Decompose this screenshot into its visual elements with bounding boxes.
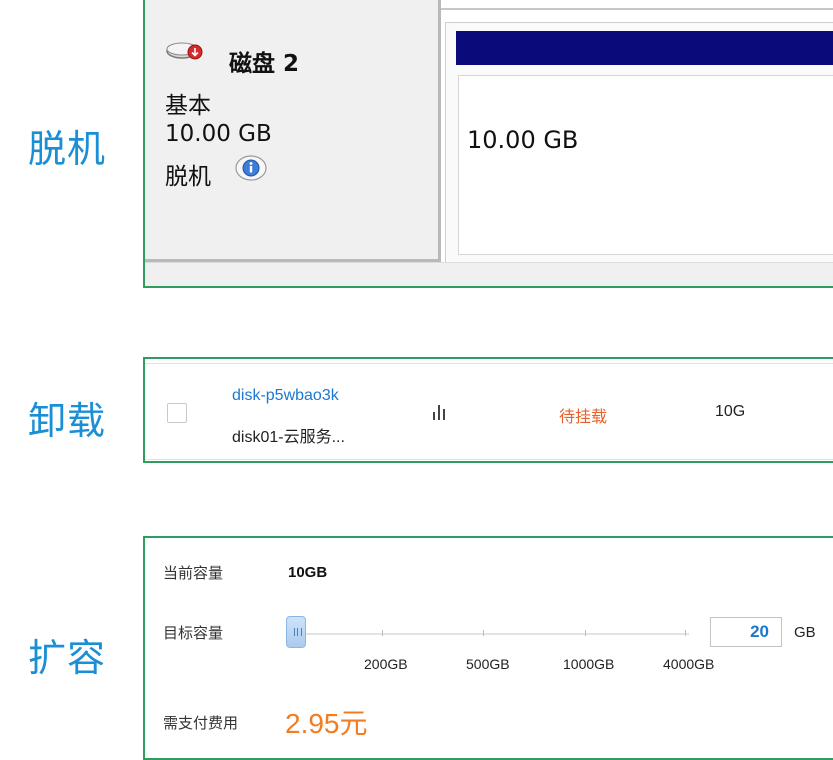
- monitor-chart-icon[interactable]: [432, 403, 446, 421]
- expand-section-label: 扩容: [28, 636, 107, 680]
- info-icon[interactable]: [234, 154, 268, 184]
- divider: [145, 363, 833, 364]
- target-capacity-input[interactable]: 20: [710, 617, 782, 647]
- unmount-section-label: 卸载: [28, 399, 107, 443]
- slider-tick-label: 200GB: [364, 656, 408, 672]
- disk-management-panel: 磁盘 2 基本 10.00 GB 脱机 10.00 GB: [143, 0, 833, 288]
- slider-tick: [483, 630, 484, 636]
- disk-name: disk01-云服务...: [232, 429, 345, 446]
- cost-value: 2.95元: [285, 708, 368, 739]
- offline-section-label: 脱机: [28, 127, 107, 171]
- capacity-unit: GB: [794, 624, 816, 641]
- status-strip: [145, 262, 833, 286]
- divider: [145, 459, 833, 460]
- status-badge: 待挂载: [559, 407, 608, 426]
- current-capacity-value: 10GB: [288, 564, 328, 581]
- slider-tick: [382, 630, 383, 636]
- disk-list-panel: disk-p5wbao3k disk01-云服务... 待挂载 10G: [143, 357, 833, 463]
- capacity-slider-track[interactable]: [293, 633, 689, 635]
- slider-tick: [685, 630, 686, 636]
- slider-tick: [585, 630, 586, 636]
- row-checkbox[interactable]: [167, 403, 187, 423]
- volume-area[interactable]: 10.00 GB: [445, 22, 833, 263]
- volume-header-bar: [456, 31, 833, 65]
- disk-size-cell: 10G: [715, 403, 746, 420]
- disk-status: 脱机: [165, 164, 211, 190]
- slider-tick-label: 500GB: [466, 656, 510, 672]
- cost-label: 需支付费用: [163, 714, 239, 732]
- slider-handle[interactable]: [286, 616, 306, 648]
- disk-type: 基本: [165, 93, 211, 119]
- slider-tick-label: 1000GB: [563, 656, 615, 672]
- disk-offline-icon: [166, 42, 203, 60]
- current-capacity-label: 当前容量: [163, 564, 224, 582]
- disk-title: 磁盘 2: [229, 51, 300, 77]
- volume-size: 10.00 GB: [467, 126, 579, 154]
- expand-panel: 当前容量 10GB 目标容量 200GB 500GB 1000GB 4000GB…: [143, 536, 833, 760]
- volume-box[interactable]: 10.00 GB: [458, 75, 833, 255]
- slider-tick-label: 4000GB: [663, 656, 715, 672]
- disk-size: 10.00 GB: [165, 121, 272, 147]
- target-capacity-label: 目标容量: [163, 624, 224, 642]
- disk-id-link[interactable]: disk-p5wbao3k: [232, 387, 339, 405]
- disk-info-box[interactable]: 磁盘 2 基本 10.00 GB 脱机: [145, 0, 441, 262]
